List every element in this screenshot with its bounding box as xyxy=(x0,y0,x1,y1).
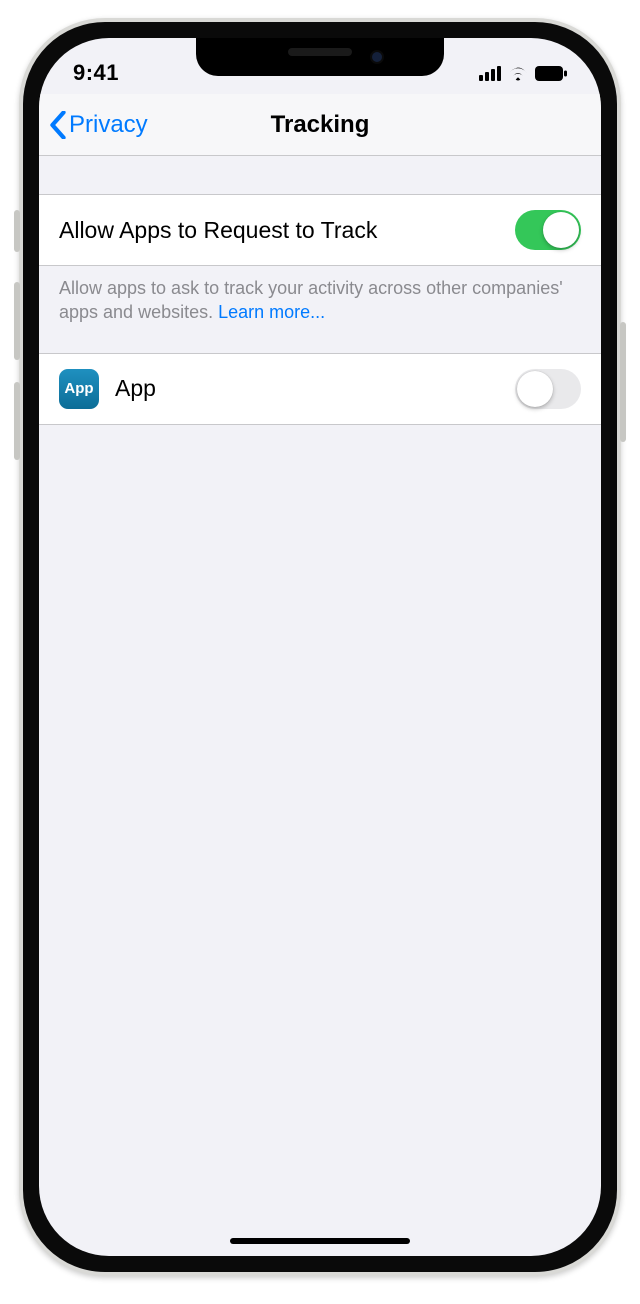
allow-tracking-label: Allow Apps to Request to Track xyxy=(59,217,377,244)
app-tracking-cell: App App xyxy=(39,353,601,425)
app-icon: App xyxy=(59,369,99,409)
notch xyxy=(196,38,444,76)
allow-tracking-cell: Allow Apps to Request to Track xyxy=(39,194,601,266)
navigation-bar: Privacy Tracking xyxy=(39,94,601,156)
app-tracking-switch[interactable] xyxy=(515,369,581,409)
volume-down-button[interactable] xyxy=(14,382,20,460)
speaker-grille xyxy=(288,48,352,56)
screen: 9:41 Privacy Tracking Allow Apps to Requ… xyxy=(39,38,601,1256)
wifi-icon xyxy=(507,65,529,81)
chevron-left-icon xyxy=(49,111,67,139)
learn-more-link[interactable]: Learn more... xyxy=(218,302,325,322)
app-name-label: App xyxy=(115,375,156,402)
volume-up-button[interactable] xyxy=(14,282,20,360)
status-time: 9:41 xyxy=(73,60,119,86)
front-camera xyxy=(370,50,384,64)
battery-icon xyxy=(535,66,567,81)
silence-switch[interactable] xyxy=(14,210,20,252)
side-button[interactable] xyxy=(620,322,626,442)
device-frame: 9:41 Privacy Tracking Allow Apps to Requ… xyxy=(19,18,621,1276)
home-indicator[interactable] xyxy=(230,1238,410,1244)
allow-tracking-footer: Allow apps to ask to track your activity… xyxy=(39,266,601,353)
back-button[interactable]: Privacy xyxy=(49,111,148,139)
page-title: Tracking xyxy=(271,111,370,139)
back-label: Privacy xyxy=(69,111,148,139)
cellular-signal-icon xyxy=(479,66,501,81)
allow-tracking-switch[interactable] xyxy=(515,210,581,250)
settings-content: Allow Apps to Request to Track Allow app… xyxy=(39,156,601,425)
